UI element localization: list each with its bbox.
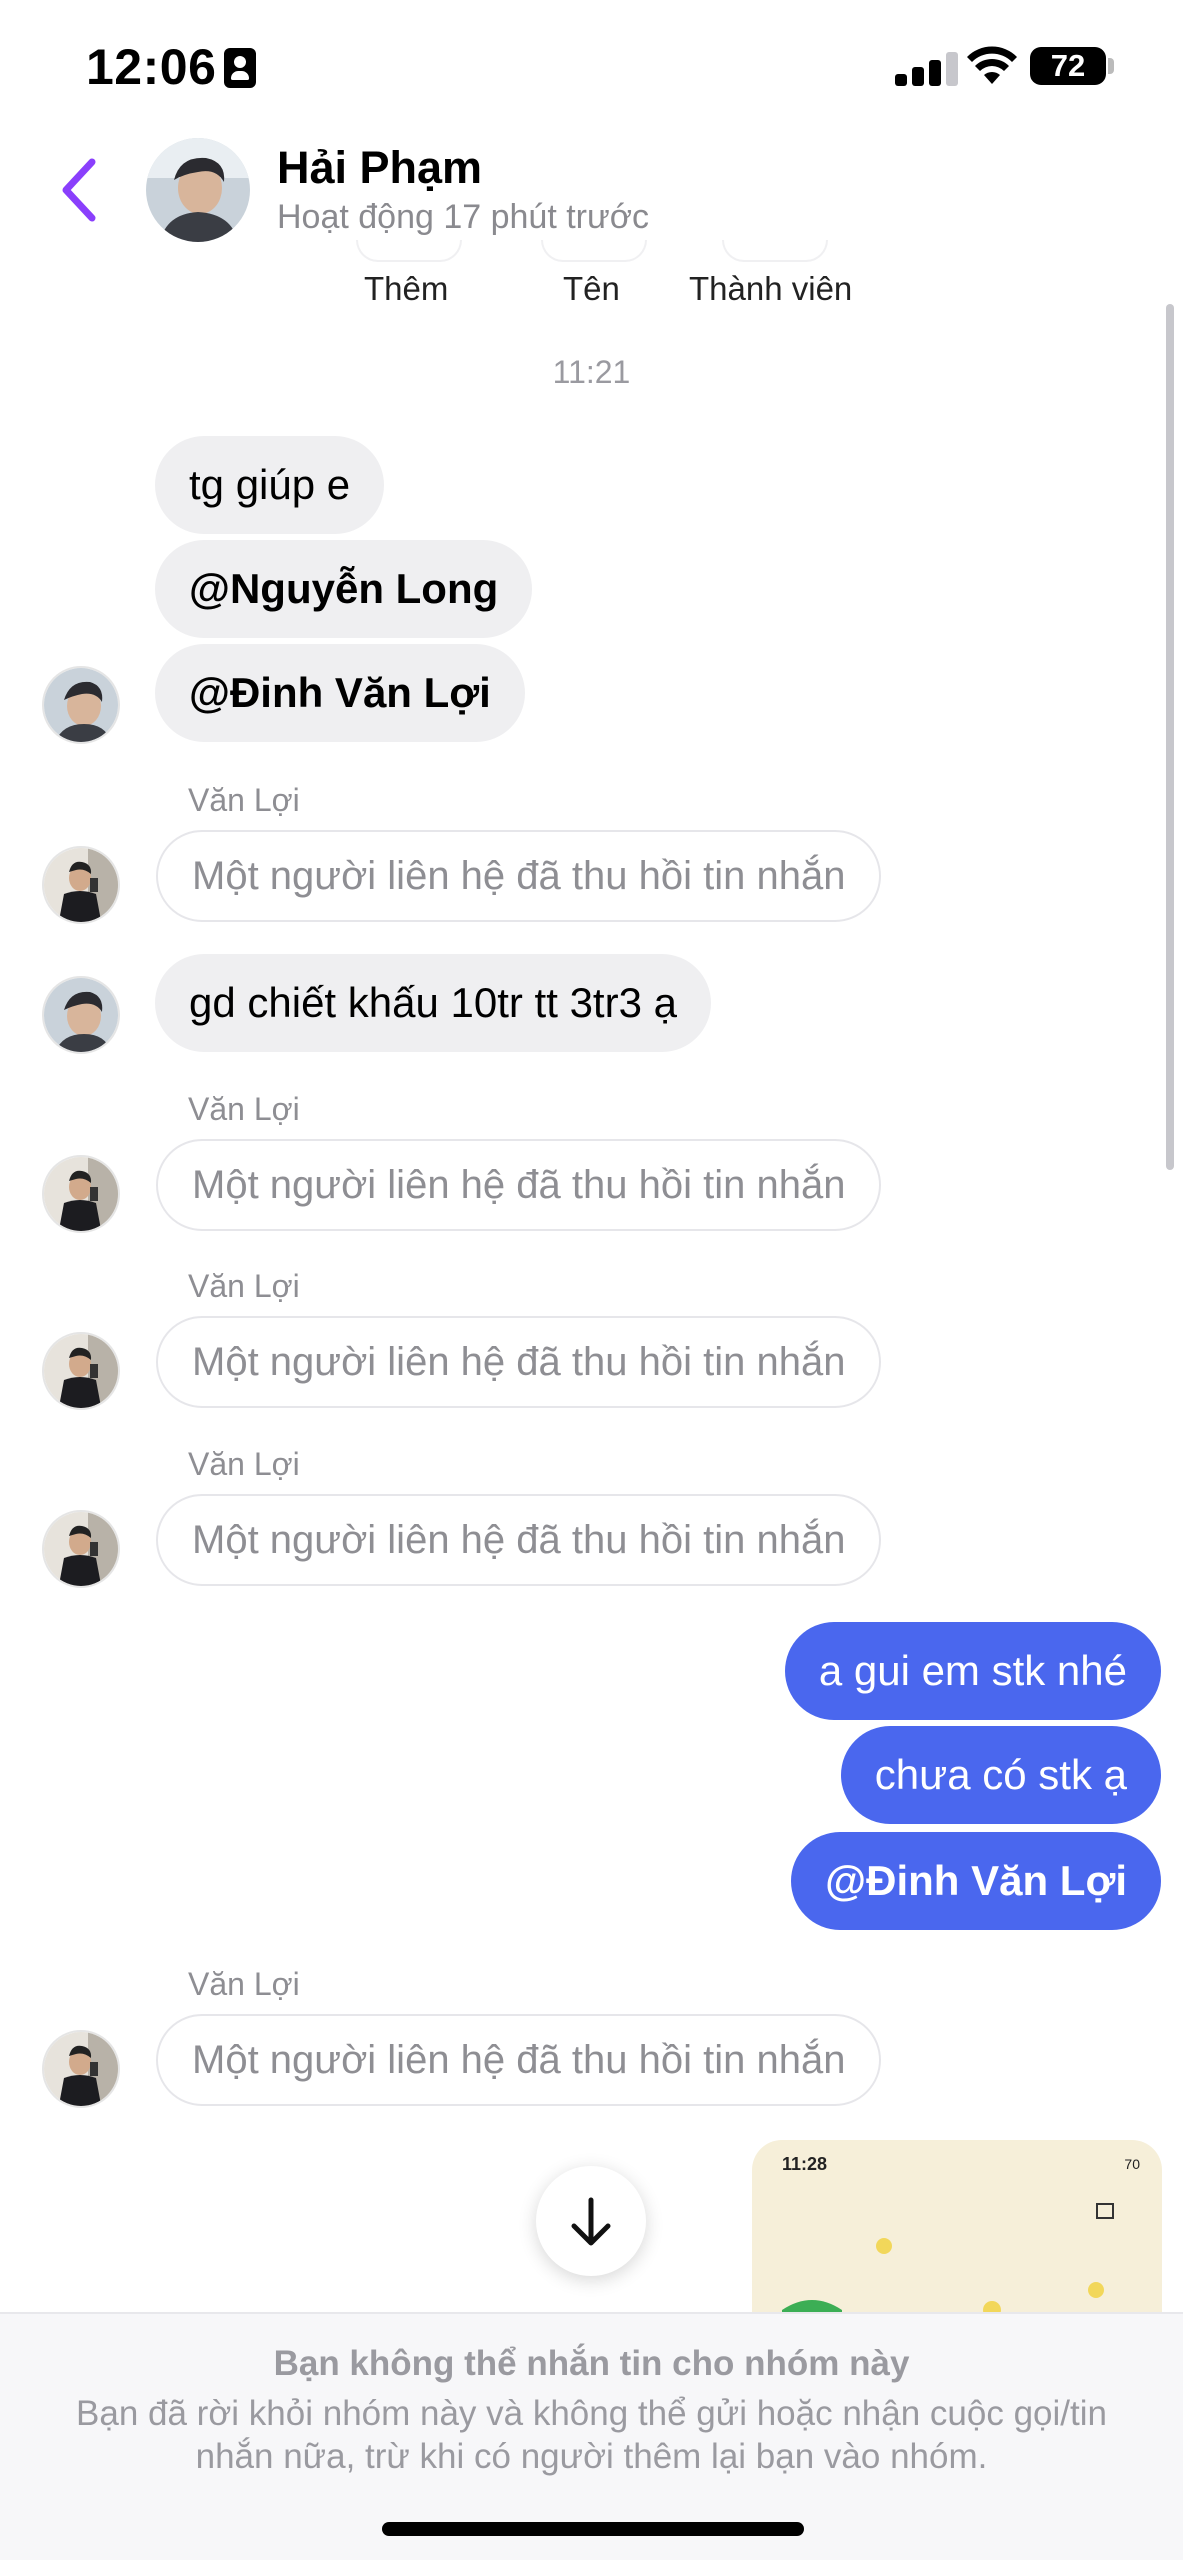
activity-status: Hoạt động 17 phút trước	[277, 198, 650, 236]
sender-avatar-image	[44, 1512, 118, 1586]
recalled-message-bubble[interactable]: Một người liên hệ đã thu hồi tin nhắn	[156, 830, 882, 922]
outgoing-message-bubble[interactable]: chưa có stk ạ	[840, 1726, 1161, 1824]
recalled-message-bubble[interactable]: Một người liên hệ đã thu hồi tin nhắn	[156, 2014, 882, 2106]
sender-avatar-image	[44, 668, 118, 742]
message-bubble[interactable]: @Nguyễn Long	[155, 540, 533, 638]
back-chevron-icon[interactable]	[52, 150, 112, 230]
sender-avatar[interactable]	[42, 1332, 120, 1410]
sender-name: Văn Lợi	[188, 1966, 300, 2002]
notice-body: Bạn đã rời khỏi nhóm này và không thể gử…	[76, 2394, 1107, 2476]
message-bubble[interactable]: @Đinh Văn Lợi	[155, 644, 525, 742]
battery-indicator: 72	[1030, 47, 1106, 85]
chat-timestamp: 11:21	[552, 354, 631, 390]
sender-avatar-image	[44, 978, 118, 1052]
quick-action-name[interactable]: Tên	[563, 270, 620, 308]
recalled-message-bubble[interactable]: Một người liên hệ đã thu hồi tin nhắn	[156, 1316, 882, 1408]
sender-avatar[interactable]	[42, 666, 120, 744]
add-action-circle	[356, 240, 462, 262]
sender-avatar[interactable]	[42, 976, 120, 1054]
wifi-icon	[967, 46, 1017, 84]
group-name[interactable]: Hải Phạm	[277, 142, 482, 194]
sender-name: Văn Lợi	[188, 782, 300, 818]
home-indicator[interactable]	[382, 2522, 804, 2536]
recalled-message-bubble[interactable]: Một người liên hệ đã thu hồi tin nhắn	[156, 1139, 882, 1231]
sender-avatar-image	[44, 1334, 118, 1408]
sender-avatar-image	[44, 2032, 118, 2106]
sender-avatar[interactable]	[42, 846, 120, 924]
sender-avatar[interactable]	[42, 1155, 120, 1233]
contact-card-icon	[224, 48, 256, 88]
message-bubble[interactable]: gd chiết khấu 10tr tt 3tr3 ạ	[155, 954, 711, 1052]
cellular-signal-icon	[895, 52, 959, 86]
name-action-circle	[541, 240, 647, 262]
sender-name: Văn Lợi	[188, 1091, 300, 1127]
members-action-circle	[722, 240, 828, 262]
message-bubble[interactable]: tg giúp e	[155, 436, 385, 534]
status-time: 12:06	[86, 39, 217, 95]
battery-tip	[1108, 58, 1114, 74]
outgoing-message-bubble[interactable]: @Đinh Văn Lợi	[791, 1832, 1161, 1930]
sender-name: Văn Lợi	[188, 1446, 300, 1482]
sender-avatar-image	[44, 1157, 118, 1231]
scroll-to-bottom-button[interactable]	[536, 2166, 646, 2276]
group-avatar-image	[146, 138, 250, 242]
scrollbar[interactable]	[1166, 304, 1174, 1170]
quick-action-members[interactable]: Thành viên	[689, 270, 852, 308]
quick-action-add[interactable]: Thêm	[364, 270, 448, 308]
sender-avatar[interactable]	[42, 2030, 120, 2108]
sender-avatar[interactable]	[42, 1510, 120, 1588]
outgoing-message-bubble[interactable]: a gui em stk nhé	[784, 1622, 1161, 1720]
sender-avatar-image	[44, 848, 118, 922]
notice-title: Bạn không thể nhắn tin cho nhóm này	[273, 2344, 910, 2383]
arrow-down-icon	[571, 2197, 611, 2246]
recalled-message-bubble[interactable]: Một người liên hệ đã thu hồi tin nhắn	[156, 1494, 882, 1586]
sender-name: Văn Lợi	[188, 1268, 300, 1304]
group-avatar[interactable]	[146, 138, 250, 242]
